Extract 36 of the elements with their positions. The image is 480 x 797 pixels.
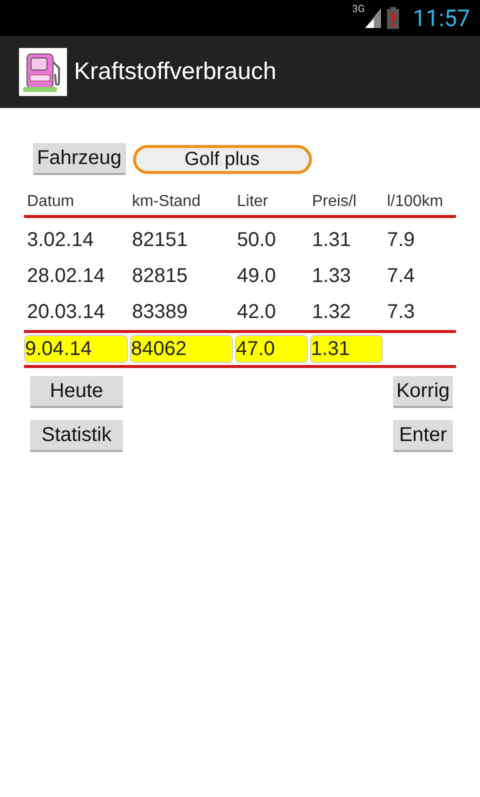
table-cell-text: 82815 [131,264,189,288]
app-title: Kraftstoffverbrauch [74,58,276,86]
action-button[interactable]: Statistik [30,420,123,452]
column-header: km-Stand [131,193,202,211]
column-header: Liter [236,193,270,211]
input-field[interactable]: 1.31 [310,335,383,363]
table-cell-text: 20.03.14 [26,300,106,324]
table-cell-text: 1.33 [311,264,352,288]
column-header: l/100km [386,193,444,211]
network-type: 3G [352,4,365,15]
table-cell-text: 82151 [131,228,189,252]
table-cell-text: 49.0 [236,264,277,288]
clock: 11:57 [412,4,470,32]
input-field[interactable]: 47.0 [235,335,308,363]
table-cell-text: 7.3 [386,300,416,324]
table-cell-text: 3.02.14 [26,228,95,252]
fuel-pump-icon [19,48,67,96]
vehicle-button[interactable]: Fahrzeug [33,143,126,175]
table-cell-text: 7.9 [386,228,416,252]
action-button[interactable]: Enter [393,420,453,452]
column-header: Preis/l [311,193,358,211]
table-cell-text: 1.31 [311,228,352,252]
action-button[interactable]: Korrig [393,376,453,408]
table-cell-text: 42.0 [236,300,277,324]
input-field[interactable]: 84062 [130,335,233,363]
table-cell-text: 28.02.14 [26,264,106,288]
table-cell-text: 50.0 [236,228,277,252]
column-header: Datum [26,193,76,211]
signal-icon [364,8,381,28]
vehicle-dropdown[interactable]: Golf plus [132,144,312,174]
table-cell-text: 83389 [131,300,189,324]
table-cell-text: 1.32 [311,300,352,324]
input-field[interactable]: 9.04.14 [24,335,128,363]
table-cell-text: 7.4 [386,264,416,288]
action-button[interactable]: Heute [30,376,123,408]
battery-icon [386,7,399,29]
